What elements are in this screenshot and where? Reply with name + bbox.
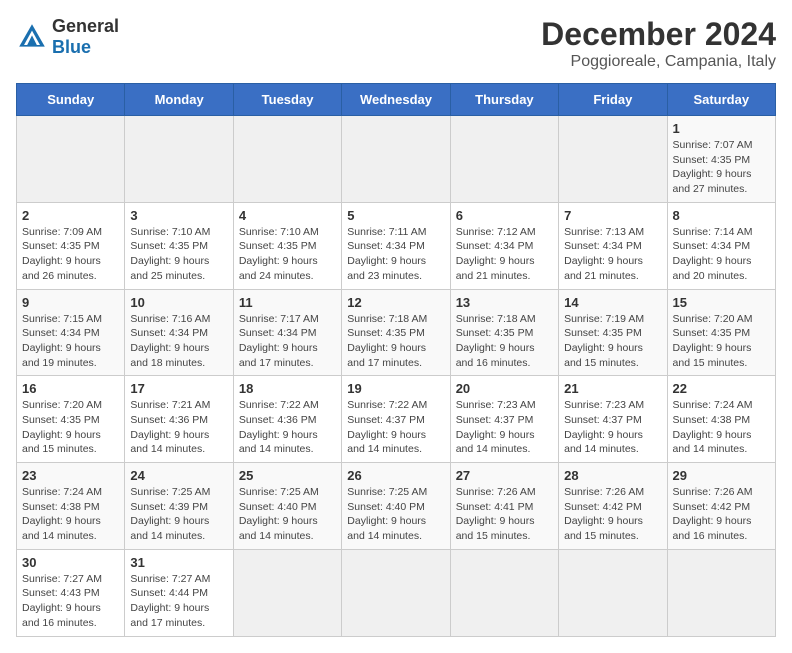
- header: General Blue December 2024 Poggioreale, …: [16, 16, 776, 71]
- subtitle: Poggioreale, Campania, Italy: [541, 53, 776, 71]
- day-cell: 4Sunrise: 7:10 AMSunset: 4:35 PMDaylight…: [233, 202, 341, 289]
- day-cell: 2Sunrise: 7:09 AMSunset: 4:35 PMDaylight…: [17, 202, 125, 289]
- day-cell: 10Sunrise: 7:16 AMSunset: 4:34 PMDayligh…: [125, 289, 233, 376]
- day-cell: 27Sunrise: 7:26 AMSunset: 4:41 PMDayligh…: [450, 463, 558, 550]
- empty-cell: [342, 116, 450, 203]
- header-cell-friday: Friday: [559, 84, 667, 116]
- day-cell: 25Sunrise: 7:25 AMSunset: 4:40 PMDayligh…: [233, 463, 341, 550]
- empty-cell: [450, 116, 558, 203]
- logo-text: General Blue: [52, 16, 119, 58]
- week-row: 9Sunrise: 7:15 AMSunset: 4:34 PMDaylight…: [17, 289, 776, 376]
- empty-cell: [342, 549, 450, 636]
- day-cell: 26Sunrise: 7:25 AMSunset: 4:40 PMDayligh…: [342, 463, 450, 550]
- day-cell: 7Sunrise: 7:13 AMSunset: 4:34 PMDaylight…: [559, 202, 667, 289]
- day-cell: 30Sunrise: 7:27 AMSunset: 4:43 PMDayligh…: [17, 549, 125, 636]
- empty-cell: [559, 549, 667, 636]
- calendar-table: SundayMondayTuesdayWednesdayThursdayFrid…: [16, 83, 776, 637]
- logo-icon: [16, 21, 48, 53]
- header-cell-saturday: Saturday: [667, 84, 775, 116]
- day-cell: 24Sunrise: 7:25 AMSunset: 4:39 PMDayligh…: [125, 463, 233, 550]
- header-row: SundayMondayTuesdayWednesdayThursdayFrid…: [17, 84, 776, 116]
- day-cell: 28Sunrise: 7:26 AMSunset: 4:42 PMDayligh…: [559, 463, 667, 550]
- title-area: December 2024 Poggioreale, Campania, Ita…: [541, 16, 776, 71]
- empty-cell: [233, 116, 341, 203]
- header-cell-wednesday: Wednesday: [342, 84, 450, 116]
- day-cell: 17Sunrise: 7:21 AMSunset: 4:36 PMDayligh…: [125, 376, 233, 463]
- week-row: 1Sunrise: 7:07 AMSunset: 4:35 PMDaylight…: [17, 116, 776, 203]
- header-cell-thursday: Thursday: [450, 84, 558, 116]
- day-cell: 14Sunrise: 7:19 AMSunset: 4:35 PMDayligh…: [559, 289, 667, 376]
- day-cell: 29Sunrise: 7:26 AMSunset: 4:42 PMDayligh…: [667, 463, 775, 550]
- empty-cell: [450, 549, 558, 636]
- day-cell: 31Sunrise: 7:27 AMSunset: 4:44 PMDayligh…: [125, 549, 233, 636]
- header-cell-sunday: Sunday: [17, 84, 125, 116]
- empty-cell: [17, 116, 125, 203]
- day-cell: 5Sunrise: 7:11 AMSunset: 4:34 PMDaylight…: [342, 202, 450, 289]
- day-cell: 3Sunrise: 7:10 AMSunset: 4:35 PMDaylight…: [125, 202, 233, 289]
- week-row: 16Sunrise: 7:20 AMSunset: 4:35 PMDayligh…: [17, 376, 776, 463]
- day-cell: 13Sunrise: 7:18 AMSunset: 4:35 PMDayligh…: [450, 289, 558, 376]
- day-cell: 9Sunrise: 7:15 AMSunset: 4:34 PMDaylight…: [17, 289, 125, 376]
- day-cell: 21Sunrise: 7:23 AMSunset: 4:37 PMDayligh…: [559, 376, 667, 463]
- day-cell: 15Sunrise: 7:20 AMSunset: 4:35 PMDayligh…: [667, 289, 775, 376]
- day-cell: 22Sunrise: 7:24 AMSunset: 4:38 PMDayligh…: [667, 376, 775, 463]
- week-row: 23Sunrise: 7:24 AMSunset: 4:38 PMDayligh…: [17, 463, 776, 550]
- day-cell: 12Sunrise: 7:18 AMSunset: 4:35 PMDayligh…: [342, 289, 450, 376]
- logo: General Blue: [16, 16, 119, 58]
- day-cell: 20Sunrise: 7:23 AMSunset: 4:37 PMDayligh…: [450, 376, 558, 463]
- day-cell: 8Sunrise: 7:14 AMSunset: 4:34 PMDaylight…: [667, 202, 775, 289]
- day-cell: 23Sunrise: 7:24 AMSunset: 4:38 PMDayligh…: [17, 463, 125, 550]
- day-cell: 1Sunrise: 7:07 AMSunset: 4:35 PMDaylight…: [667, 116, 775, 203]
- header-cell-tuesday: Tuesday: [233, 84, 341, 116]
- day-cell: 6Sunrise: 7:12 AMSunset: 4:34 PMDaylight…: [450, 202, 558, 289]
- day-cell: 16Sunrise: 7:20 AMSunset: 4:35 PMDayligh…: [17, 376, 125, 463]
- header-cell-monday: Monday: [125, 84, 233, 116]
- week-row: 2Sunrise: 7:09 AMSunset: 4:35 PMDaylight…: [17, 202, 776, 289]
- main-title: December 2024: [541, 16, 776, 53]
- empty-cell: [667, 549, 775, 636]
- week-row: 30Sunrise: 7:27 AMSunset: 4:43 PMDayligh…: [17, 549, 776, 636]
- empty-cell: [559, 116, 667, 203]
- empty-cell: [233, 549, 341, 636]
- day-cell: 19Sunrise: 7:22 AMSunset: 4:37 PMDayligh…: [342, 376, 450, 463]
- day-cell: 18Sunrise: 7:22 AMSunset: 4:36 PMDayligh…: [233, 376, 341, 463]
- empty-cell: [125, 116, 233, 203]
- day-cell: 11Sunrise: 7:17 AMSunset: 4:34 PMDayligh…: [233, 289, 341, 376]
